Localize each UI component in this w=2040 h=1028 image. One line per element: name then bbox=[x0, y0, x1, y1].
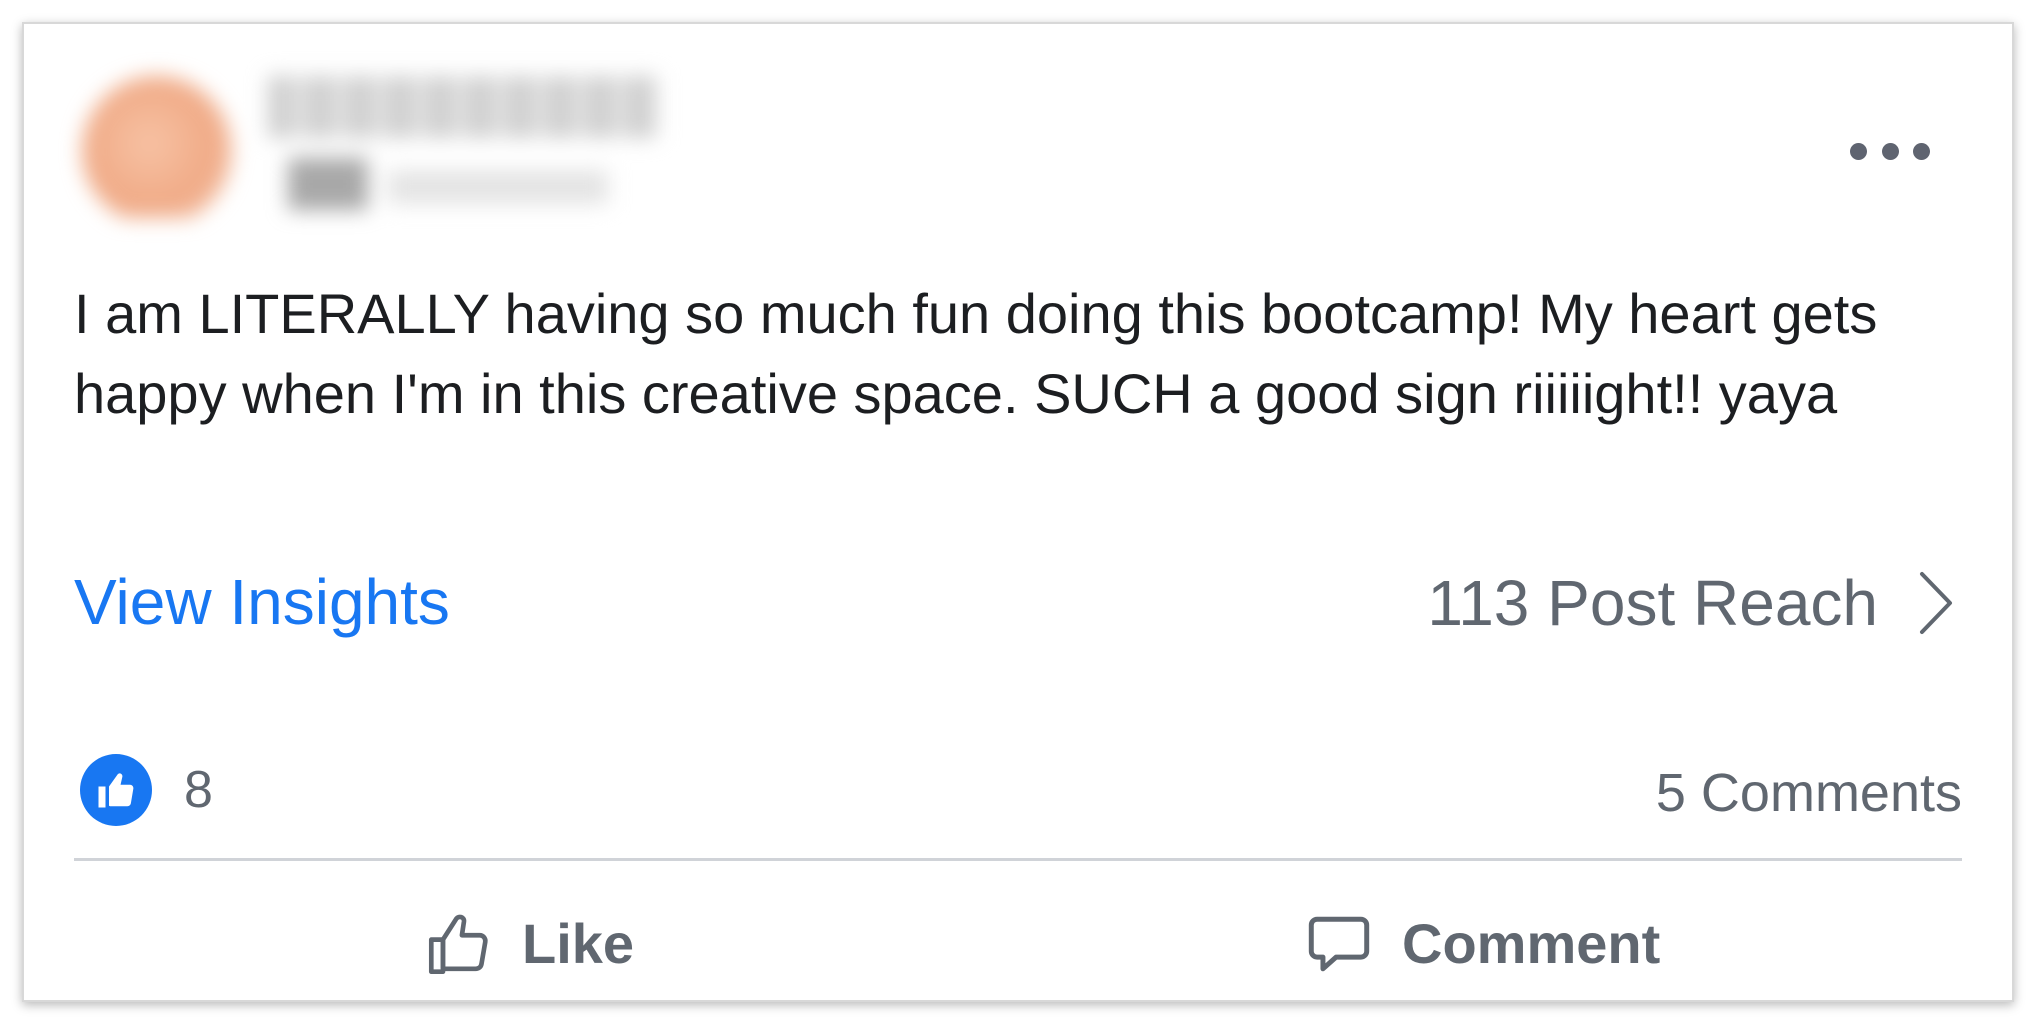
more-horizontal-icon-dot bbox=[1913, 142, 1930, 160]
more-options-button[interactable] bbox=[1850, 136, 1930, 166]
reactions-summary[interactable]: 8 bbox=[80, 754, 213, 826]
chevron-right-icon bbox=[1920, 572, 1952, 634]
speech-bubble-icon bbox=[1308, 916, 1370, 972]
author-name-redacted bbox=[268, 76, 658, 138]
comments-count-link[interactable]: 5 Comments bbox=[1656, 766, 1962, 820]
thumbs-up-outline-icon bbox=[428, 914, 488, 975]
action-bar: Like Comment bbox=[24, 894, 2012, 994]
post-reach-button[interactable]: 113 Post Reach bbox=[1427, 570, 1954, 636]
like-button[interactable]: Like bbox=[424, 894, 634, 994]
avatar bbox=[82, 76, 232, 218]
more-horizontal-icon bbox=[1850, 142, 1867, 160]
comment-button[interactable]: Comment bbox=[1304, 894, 1660, 994]
post-reach-label: 113 Post Reach bbox=[1427, 567, 1878, 639]
view-insights-link[interactable]: View Insights bbox=[74, 570, 450, 634]
like-label: Like bbox=[522, 912, 635, 975]
post-card: I am LITERALLY having so much fun doing … bbox=[22, 22, 2014, 1002]
divider bbox=[74, 858, 1962, 861]
comment-label: Comment bbox=[1402, 912, 1661, 975]
post-meta-redacted-2 bbox=[388, 170, 608, 204]
post-text: I am LITERALLY having so much fun doing … bbox=[74, 282, 1878, 425]
reaction-count: 8 bbox=[184, 761, 213, 819]
author-header-blurred bbox=[68, 58, 688, 218]
more-horizontal-icon-dot bbox=[1881, 142, 1899, 160]
post-meta-redacted bbox=[288, 158, 368, 210]
thumbs-up-icon bbox=[80, 754, 152, 826]
